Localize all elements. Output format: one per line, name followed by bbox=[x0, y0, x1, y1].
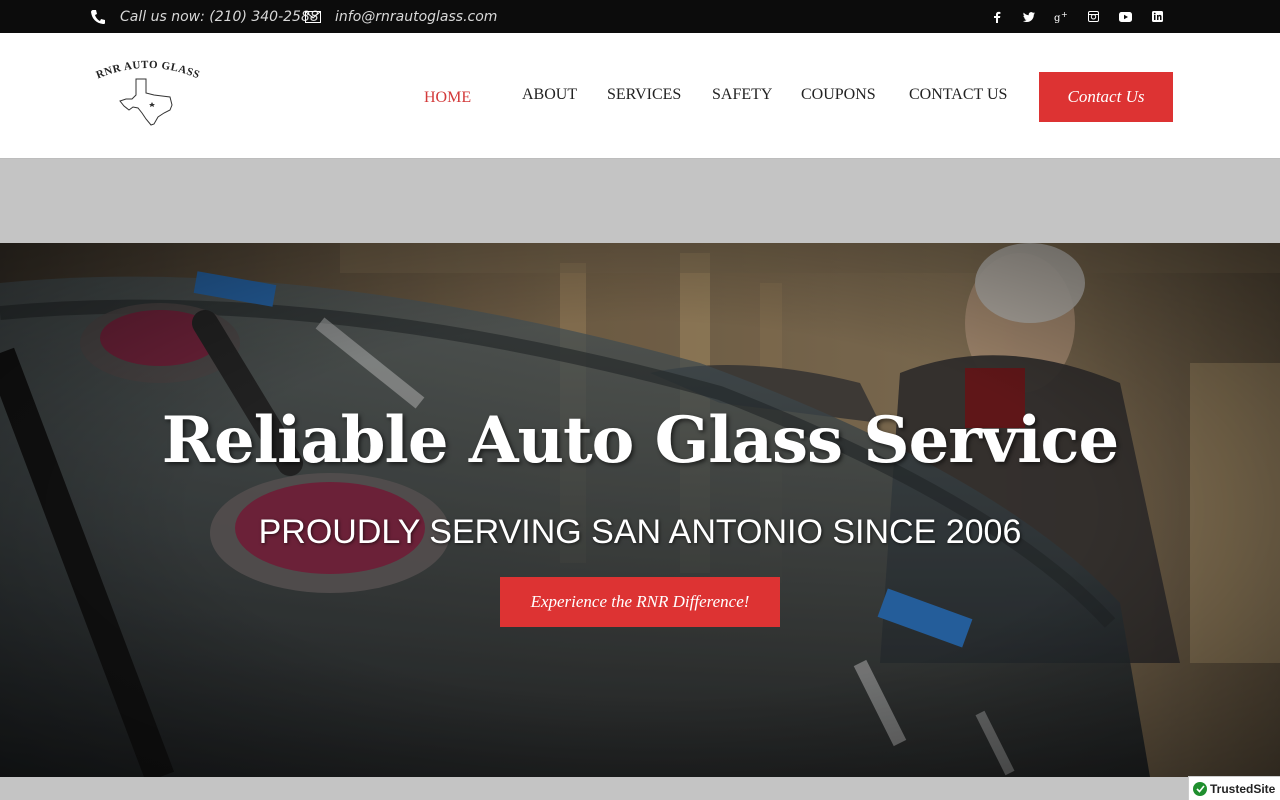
svg-text:+: + bbox=[1061, 11, 1068, 19]
nav-safety[interactable]: SAFETY bbox=[712, 86, 772, 104]
trusted-site-badge[interactable]: TrustedSite bbox=[1188, 776, 1280, 800]
nav-home[interactable]: HOME bbox=[424, 89, 471, 107]
email-text: info@rnrautoglass.com bbox=[335, 8, 498, 25]
envelope-icon bbox=[305, 10, 321, 23]
nav-services[interactable]: SERVICES bbox=[607, 86, 681, 104]
youtube-icon[interactable] bbox=[1109, 0, 1141, 33]
experience-rnr-button[interactable]: Experience the RNR Difference! bbox=[500, 577, 780, 627]
hero-background-image bbox=[0, 243, 1280, 777]
instagram-icon[interactable] bbox=[1077, 0, 1109, 33]
social-links: g + bbox=[981, 0, 1173, 33]
email-contact[interactable]: info@rnrautoglass.com bbox=[305, 0, 497, 33]
svg-text:g: g bbox=[1054, 13, 1061, 23]
facebook-icon[interactable] bbox=[981, 0, 1013, 33]
nav-contact-us[interactable]: CONTACT US bbox=[909, 86, 1007, 104]
hero-title: Reliable Auto Glass Service bbox=[161, 403, 1119, 478]
google-plus-icon[interactable]: g + bbox=[1045, 0, 1077, 33]
trusted-site-text: TrustedSite bbox=[1210, 781, 1276, 796]
site-logo[interactable]: RNR AUTO GLASS bbox=[93, 59, 203, 131]
texas-outline-icon bbox=[119, 78, 173, 126]
site-header: RNR AUTO GLASS HOME ABOUT SERVICES SAFET… bbox=[0, 33, 1280, 159]
top-bar: Call us now: (210) 340-2588 info@rnrauto… bbox=[0, 0, 1280, 33]
checkmark-icon bbox=[1193, 781, 1207, 796]
twitter-icon[interactable] bbox=[1013, 0, 1045, 33]
linkedin-icon[interactable] bbox=[1141, 0, 1173, 33]
nav-coupons[interactable]: COUPONS bbox=[801, 86, 876, 104]
hero-subtitle: PROUDLY SERVING SAN ANTONIO SINCE 2006 bbox=[258, 513, 1022, 551]
phone-text: Call us now: (210) 340-2588 bbox=[120, 8, 319, 25]
nav-about[interactable]: ABOUT bbox=[522, 86, 577, 104]
phone-contact[interactable]: Call us now: (210) 340-2588 bbox=[90, 0, 319, 33]
contact-us-button[interactable]: Contact Us bbox=[1039, 72, 1173, 122]
phone-icon bbox=[91, 9, 105, 24]
hero-banner: Reliable Auto Glass Service PROUDLY SERV… bbox=[0, 243, 1280, 777]
